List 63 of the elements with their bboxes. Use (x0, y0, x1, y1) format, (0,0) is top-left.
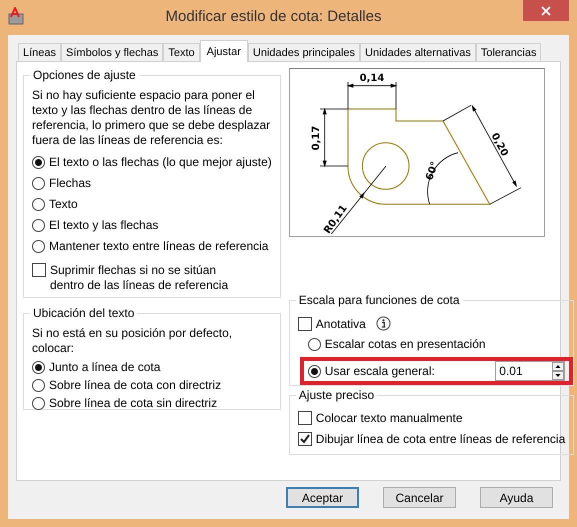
check-icon (300, 434, 310, 444)
checkbox-option[interactable]: Colocar texto manualmente (298, 411, 566, 425)
group-title: Opciones de ajuste (32, 68, 137, 82)
tab[interactable]: Tolerancias (476, 43, 542, 61)
tab[interactable]: Líneas (18, 43, 62, 61)
option-label: Texto (49, 197, 78, 211)
option-label: Sobre línea de cota con directriz (49, 378, 222, 392)
option-label: Sobre línea de cota sin directriz (49, 396, 218, 410)
checkbox-option[interactable]: Anotativa (298, 316, 566, 331)
info-icon[interactable] (376, 316, 391, 331)
option-label: Escalar cotas en presentación (324, 337, 486, 351)
radio-button[interactable] (32, 396, 45, 410)
radio-option[interactable]: Escalar cotas en presentación (308, 337, 562, 351)
radio-button[interactable] (32, 176, 45, 190)
radio-option[interactable]: Texto (32, 197, 272, 211)
checkbox[interactable] (32, 263, 46, 277)
radio-option[interactable]: Sobre línea de cota sin directriz (32, 396, 272, 410)
radio-option[interactable]: Junto a línea de cota (32, 360, 272, 374)
checkbox-option[interactable]: Suprimir flechas si no se sitúan dentro de las líneas de referencia (32, 263, 272, 293)
tab[interactable]: Símbolos y flechas (61, 43, 164, 61)
dialog-button[interactable]: Cancelar (383, 487, 456, 508)
option-label: Colocar texto manualmente (316, 411, 463, 425)
radio-button[interactable] (308, 364, 321, 378)
dialog-button[interactable]: Aceptar (286, 487, 359, 508)
dimension-label: 60° (424, 160, 441, 182)
radio-button[interactable] (32, 198, 45, 210)
radio-button[interactable] (32, 240, 45, 252)
dimension-label: 0,20 (488, 131, 510, 158)
tab[interactable]: Ajustar (200, 40, 248, 62)
app-icon (8, 7, 24, 25)
group-title: Ajuste preciso (298, 388, 376, 402)
checkbox[interactable] (298, 411, 312, 425)
checkbox[interactable] (298, 316, 312, 330)
radio-button[interactable] (32, 360, 45, 374)
radio-button[interactable] (32, 156, 45, 168)
checkbox[interactable] (298, 432, 312, 446)
option-label: Suprimir flechas si no se sitúan dentro de las líneas de referencia (50, 263, 230, 293)
option-label: El texto y las flechas (49, 218, 158, 232)
radio-button[interactable] (308, 338, 321, 350)
option-label: Anotativa (316, 316, 366, 330)
scale-spinner-field[interactable]: 0.01 (495, 361, 566, 381)
group-title: Escala para funciones de cota (298, 293, 461, 307)
dialog-button[interactable]: Ayuda (480, 487, 553, 508)
close-icon (541, 6, 551, 16)
radio-button[interactable] (32, 378, 45, 392)
option-label: Usar escala general: (324, 364, 435, 378)
radio-option[interactable]: Sobre línea de cota con directriz (32, 378, 272, 392)
description-text: Si no está en su posición por defecto, colocar: (32, 326, 234, 356)
tab[interactable]: Texto (163, 43, 200, 61)
option-label: Flechas (49, 176, 92, 190)
radio-option[interactable]: Usar escala general: (308, 364, 496, 378)
radio-button[interactable] (32, 218, 45, 232)
description-text: Si no hay suficiente espacio para poner el texto y las flechas dentro de las líneas de referencia, lo primero que se debe desplazar fuera de las líneas de referencia es: (32, 88, 272, 148)
close-button[interactable] (523, 0, 569, 21)
radio-option[interactable]: Flechas (32, 176, 272, 190)
dimension-label: 0,17 (310, 126, 322, 150)
tab[interactable]: Unidades principales (248, 43, 360, 61)
group-title: Ubicación del texto (32, 306, 136, 320)
tab[interactable]: Unidades alternativas (360, 43, 476, 61)
dimension-label: 0,14 (359, 73, 384, 84)
option-label: Junto a línea de cota (49, 360, 160, 374)
radio-option[interactable]: El texto y las flechas (32, 218, 272, 232)
window-title: Modificar estilo de cota: Detalles (164, 8, 382, 25)
